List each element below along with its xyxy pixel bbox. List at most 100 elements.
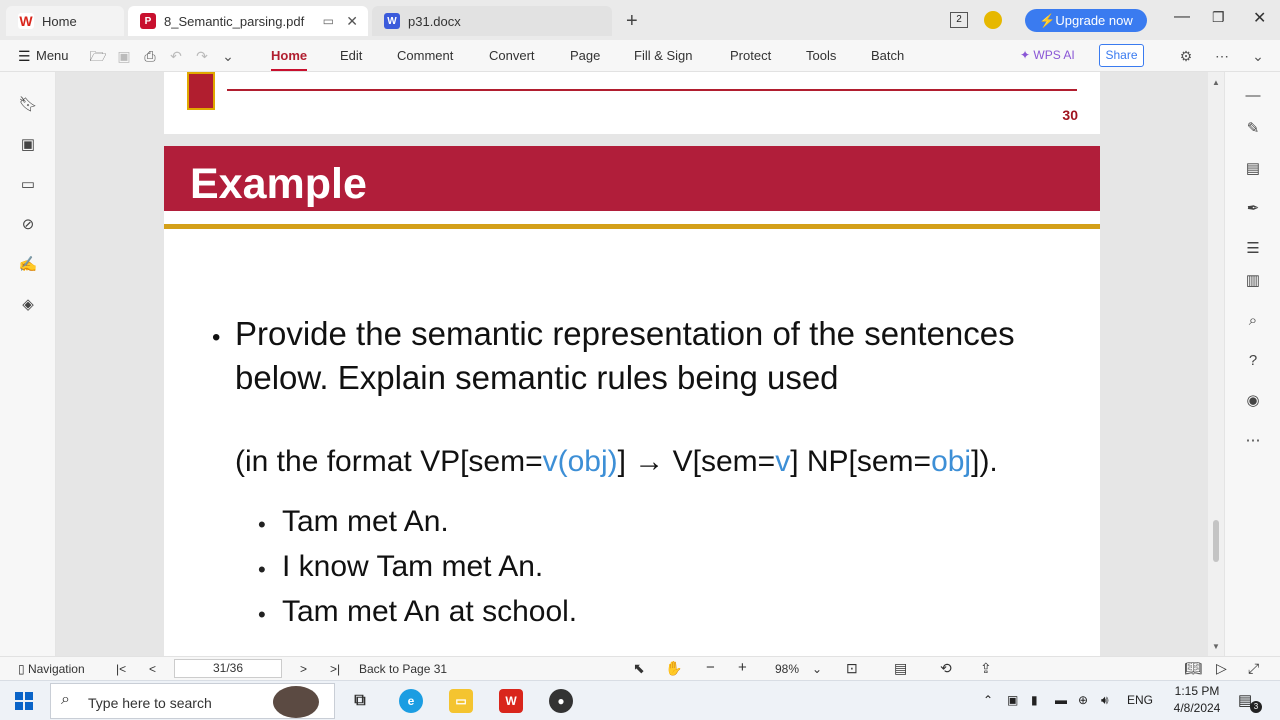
- zoom-out-icon[interactable]: −: [706, 659, 715, 676]
- edit-icon[interactable]: ✎: [1243, 119, 1263, 139]
- upgrade-label: Upgrade now: [1055, 13, 1133, 28]
- collapse-ribbon-icon[interactable]: ⌄: [1249, 47, 1267, 65]
- zoom-dropdown-icon[interactable]: ⌄: [812, 662, 822, 676]
- tab-protect[interactable]: Protect: [730, 48, 771, 63]
- tab-tools[interactable]: Tools: [806, 48, 836, 63]
- wps-ai-button[interactable]: ✦ WPS AI: [1020, 48, 1075, 62]
- battery-icon[interactable]: ▬: [1055, 693, 1067, 707]
- select-tool-icon[interactable]: ⬉: [633, 660, 645, 677]
- tab-comment[interactable]: Comment: [397, 48, 453, 63]
- tab-edit[interactable]: Edit: [340, 48, 362, 63]
- avatar[interactable]: [984, 11, 1002, 29]
- back-to-page-link[interactable]: Back to Page 31: [359, 662, 447, 676]
- sentence-item: I know Tam met An.: [282, 550, 544, 583]
- more-tools-icon[interactable]: ⋯: [1243, 431, 1263, 451]
- file-explorer-icon[interactable]: ▭: [449, 689, 473, 713]
- navigation-toggle[interactable]: ▯ Navigation: [18, 662, 85, 676]
- status-bar: ▯ Navigation |< < 31/36 > >| Back to Pag…: [0, 656, 1280, 680]
- play-icon[interactable]: ▷: [1216, 660, 1227, 677]
- minimize-icon[interactable]: —: [1174, 8, 1190, 26]
- prev-page-icon[interactable]: <: [149, 662, 156, 676]
- next-page-icon[interactable]: >: [300, 662, 307, 676]
- layers-icon[interactable]: ◈: [18, 295, 38, 315]
- search-icon[interactable]: ⌕: [1243, 311, 1263, 331]
- document-properties-icon[interactable]: ▤: [1243, 159, 1263, 179]
- left-sidebar: 🔖︎ ▣ ▭ ⊘ ✍ ◈: [0, 72, 56, 656]
- fullscreen-icon[interactable]: ⤢: [1248, 660, 1259, 677]
- attachment-icon[interactable]: ⊘: [18, 215, 38, 235]
- pen-icon[interactable]: ✒: [1243, 199, 1263, 219]
- redo-icon[interactable]: ↷: [193, 47, 211, 65]
- stamp-icon[interactable]: ▥: [1243, 271, 1263, 291]
- tab-convert[interactable]: Convert: [489, 48, 535, 63]
- wps-ai-label: WPS AI: [1033, 48, 1075, 62]
- comment-icon[interactable]: ▭: [18, 175, 38, 195]
- help-icon[interactable]: ?: [1243, 351, 1263, 371]
- window-count-badge[interactable]: 2: [950, 12, 968, 28]
- fit-page-icon[interactable]: ⊡: [846, 660, 858, 677]
- compare-icon[interactable]: ☰: [1243, 239, 1263, 259]
- tab-page[interactable]: Page: [570, 48, 600, 63]
- tab-batch[interactable]: Batch: [871, 48, 904, 63]
- format-part: (in the format VP[sem=: [235, 445, 543, 478]
- network-icon[interactable]: ⊕: [1078, 693, 1088, 707]
- export-icon[interactable]: ⇪: [980, 660, 992, 677]
- edge-icon[interactable]: e: [399, 689, 423, 713]
- close-window-icon[interactable]: ✕: [1253, 8, 1266, 28]
- undo-icon[interactable]: ↶: [167, 47, 185, 65]
- close-tab-icon[interactable]: ✕: [346, 13, 358, 30]
- chevron-down-icon[interactable]: ⌄: [219, 47, 237, 65]
- print-icon[interactable]: ⎙: [141, 47, 159, 65]
- scroll-thumb[interactable]: [1213, 520, 1219, 562]
- signature-icon[interactable]: ✍: [18, 255, 38, 275]
- scroll-up-icon[interactable]: ▲: [1212, 78, 1220, 87]
- save-icon[interactable]: ▣: [115, 47, 133, 65]
- format-line: (in the format VP[sem=v(obj)] → V[sem=v]…: [235, 445, 998, 479]
- thumbnail-icon[interactable]: ▣: [18, 135, 38, 155]
- last-page-icon[interactable]: >|: [330, 662, 340, 676]
- share-button[interactable]: Share: [1099, 44, 1144, 67]
- page-number-input[interactable]: 31/36: [174, 659, 282, 678]
- restore-icon[interactable]: ❐: [1212, 9, 1225, 26]
- vertical-scrollbar[interactable]: ▲ ▼: [1208, 72, 1224, 656]
- menu-button[interactable]: Menu: [36, 48, 69, 63]
- start-button[interactable]: [15, 692, 33, 710]
- collapse-icon[interactable]: —: [1243, 86, 1263, 106]
- settings-icon[interactable]: ⚙: [1177, 47, 1195, 65]
- scroll-down-icon[interactable]: ▼: [1212, 642, 1220, 651]
- previous-page: 30: [164, 72, 1100, 134]
- screen-icon[interactable]: ▭: [323, 14, 334, 28]
- read-mode-icon[interactable]: 📖︎: [1184, 660, 1202, 677]
- upgrade-button[interactable]: ⚡Upgrade now: [1025, 9, 1147, 32]
- new-tab-button[interactable]: +: [626, 10, 638, 33]
- clock[interactable]: 1:15 PM 4/8/2024: [1167, 684, 1227, 715]
- view-icon[interactable]: ◉: [1243, 391, 1263, 411]
- zoom-in-icon[interactable]: +: [738, 659, 747, 676]
- taskbar-search[interactable]: ⌕ Type here to search: [50, 683, 335, 719]
- tab-home-ribbon[interactable]: Home: [271, 48, 308, 71]
- tab-home[interactable]: W Home: [6, 6, 124, 36]
- bookmark-icon[interactable]: 🔖︎: [18, 95, 38, 115]
- more-icon[interactable]: ⋯: [1213, 47, 1231, 65]
- tray-expand-icon[interactable]: ⌃: [983, 693, 993, 707]
- volume-icon[interactable]: 🔊︎: [1101, 693, 1109, 708]
- wps-taskbar-icon[interactable]: W: [499, 689, 523, 713]
- menu-icon[interactable]: ☰: [18, 48, 31, 65]
- document-viewer[interactable]: 30 Example • Provide the semantic repres…: [56, 72, 1208, 656]
- zoom-level[interactable]: 98%: [775, 662, 799, 676]
- language-indicator[interactable]: ENG: [1127, 693, 1153, 707]
- rotate-icon[interactable]: ⟲: [940, 660, 952, 677]
- page-mode-icon[interactable]: ▤: [894, 660, 907, 677]
- bullet-main-text: Provide the semantic representation of t…: [235, 315, 1015, 396]
- obs-icon[interactable]: ●: [549, 689, 573, 713]
- task-view-icon[interactable]: ⧉: [348, 689, 372, 713]
- tab-fill-sign[interactable]: Fill & Sign: [634, 48, 693, 63]
- open-folder-icon[interactable]: 🗁: [89, 47, 107, 65]
- tray-app-icon[interactable]: ▣: [1007, 693, 1018, 707]
- windows-taskbar: ⌕ Type here to search ⧉ e ▭ W ● ⌃ ▣ ▮ ▬ …: [0, 680, 1280, 720]
- hand-tool-icon[interactable]: ✋: [665, 660, 682, 677]
- tab-pdf[interactable]: P 8_Semantic_parsing.pdf ▭ ✕: [128, 6, 368, 36]
- tab-docx[interactable]: W p31.docx: [372, 6, 612, 36]
- first-page-icon[interactable]: |<: [116, 662, 126, 676]
- mic-icon[interactable]: ▮: [1031, 693, 1038, 707]
